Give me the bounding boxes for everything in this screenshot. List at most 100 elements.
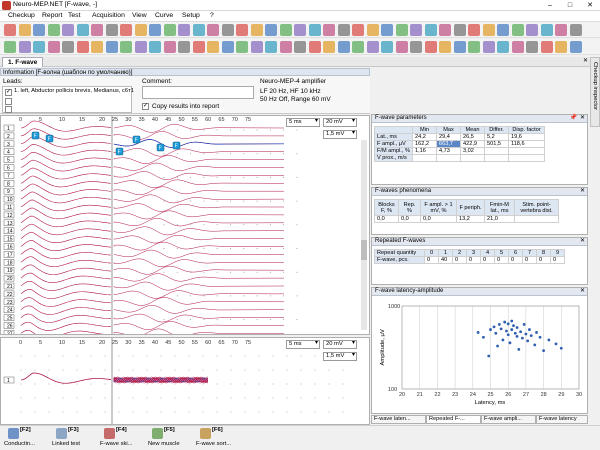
scatter-point[interactable] <box>489 328 492 331</box>
scatter-point[interactable] <box>497 323 501 326</box>
toolbar-button[interactable] <box>439 41 451 53</box>
scatter-point[interactable] <box>526 339 530 343</box>
lead-1-checkbox[interactable] <box>5 88 12 96</box>
superimposed-traces-panel[interactable]: 0 5 10 15 20 25 30 35 40 45 50 55 60 65 70 75 1 5 ms 20 … <box>0 337 370 425</box>
toolbar-button[interactable] <box>18 24 31 36</box>
toolbar-button[interactable] <box>192 41 205 53</box>
scatter-point[interactable] <box>487 354 491 358</box>
scatter-point[interactable] <box>528 328 531 331</box>
scatter-point[interactable] <box>554 342 558 346</box>
f-wave-skip-button[interactable]: [F4] F-wave ski... <box>100 427 140 450</box>
toolbar-button[interactable] <box>366 24 379 36</box>
f-wave-sort-button[interactable]: [F6] F-wave sort... <box>196 427 236 450</box>
toolbar-button[interactable] <box>76 24 89 36</box>
toolbar-button[interactable] <box>366 41 379 53</box>
toolbar-button[interactable] <box>337 41 350 53</box>
toolbar-button[interactable] <box>308 41 321 53</box>
toolbar-button[interactable] <box>323 41 335 53</box>
tab-repeated-f-waves[interactable]: Repeated F-... <box>426 415 481 424</box>
toolbar-button[interactable] <box>149 24 161 36</box>
toolbar-button[interactable] <box>265 24 277 36</box>
toolbar-button[interactable] <box>236 24 248 36</box>
toolbar-button[interactable] <box>569 24 582 36</box>
toolbar-button[interactable] <box>47 41 60 53</box>
table-row[interactable]: V prox., m/s <box>374 154 545 162</box>
toolbar-button[interactable] <box>381 41 393 53</box>
toolbar-button[interactable] <box>511 41 524 53</box>
toolbar-button[interactable] <box>555 24 567 36</box>
scatter-point[interactable] <box>476 331 480 334</box>
toolbar-button[interactable] <box>526 41 538 53</box>
table-row[interactable]: F-wave, pcs. 0 40 0 0 0 0 0 0 0 0 <box>374 256 565 264</box>
scatter-point[interactable] <box>522 323 526 326</box>
toolbar-button[interactable] <box>236 41 248 53</box>
toolbar-button[interactable] <box>279 41 292 53</box>
toolbar-button[interactable] <box>410 24 422 36</box>
checkup-inspector-tab[interactable]: Checkup inspector <box>590 57 600 127</box>
toolbar-button[interactable] <box>120 24 132 36</box>
toolbar-button[interactable] <box>424 24 437 36</box>
scatter-point[interactable] <box>513 331 517 335</box>
scatter-point[interactable] <box>499 327 503 331</box>
conduction-button[interactable]: [F2] Conductin... <box>4 427 44 450</box>
tab-f-wave-latency-2[interactable]: F-wave latency <box>536 415 588 424</box>
toolbar-button[interactable] <box>62 41 74 53</box>
pin-icon[interactable]: 📌 <box>570 115 577 122</box>
new-muscle-button[interactable]: [F5] New muscle <box>148 427 188 450</box>
copy-results-checkbox[interactable] <box>142 102 149 110</box>
scatter-point[interactable] <box>496 344 499 348</box>
menu-setup[interactable]: Setup <box>182 12 200 19</box>
toolbar-button[interactable] <box>207 24 219 36</box>
latency-amplitude-chart[interactable]: 20 21 22 23 24 25 26 27 28 29 30 1000 100 Latency, ms… <box>372 297 587 414</box>
toolbar-button[interactable] <box>424 41 437 53</box>
toolbar-button[interactable] <box>221 24 234 36</box>
toolbar-button[interactable] <box>468 24 480 36</box>
toolbar-button[interactable] <box>468 41 480 53</box>
menu-checkup[interactable]: Checkup <box>8 12 35 19</box>
toolbar-button[interactable] <box>410 41 422 53</box>
toolbar-button[interactable] <box>453 41 466 53</box>
toolbar-button[interactable] <box>352 24 364 36</box>
close-panel-icon[interactable]: ✕ <box>580 188 585 195</box>
scatter-point[interactable] <box>503 320 507 324</box>
toolbar-button[interactable] <box>221 41 234 53</box>
maximize-button[interactable]: □ <box>560 0 580 11</box>
toolbar-button[interactable] <box>250 24 263 36</box>
scatter-point[interactable] <box>542 349 545 353</box>
traces-scrollbar[interactable] <box>361 140 367 330</box>
lead-2-checkbox[interactable] <box>5 98 12 105</box>
toolbar-button[interactable] <box>337 24 350 36</box>
toolbar-button[interactable] <box>134 24 147 36</box>
toolbar-button[interactable] <box>279 24 292 36</box>
toolbar-button[interactable] <box>134 41 147 53</box>
toolbar-button[interactable] <box>250 41 263 53</box>
linked-test-button[interactable]: [F3] Linked test <box>52 427 92 450</box>
f-wave-traces-chart[interactable]: 0 5 10 15 20 25 30 35 40 45 50 55 60 65 70 751234567891… <box>1 116 369 334</box>
timebase-dropdown[interactable]: 5 ms <box>286 118 320 127</box>
toolbar-button[interactable] <box>91 24 103 36</box>
toolbar-button[interactable] <box>308 24 321 36</box>
sensitivity-dropdown-2[interactable]: 1,5 mV <box>323 130 357 139</box>
toolbar-button[interactable] <box>163 24 176 36</box>
toolbar-button[interactable] <box>323 24 335 36</box>
scatter-point[interactable] <box>512 324 515 328</box>
toolbar-button[interactable] <box>540 41 553 53</box>
table-row[interactable]: 0,0 0,0 0,0 13,2 21,0 <box>374 215 559 223</box>
toolbar-button[interactable] <box>178 41 190 53</box>
toolbar-button[interactable] <box>482 24 495 36</box>
toolbar-button[interactable] <box>540 24 553 36</box>
scatter-point[interactable] <box>505 329 508 333</box>
menu-help[interactable]: ? <box>210 12 214 19</box>
toolbar-button[interactable] <box>105 24 118 36</box>
scatter-point[interactable] <box>510 319 514 323</box>
scatter-point[interactable] <box>535 331 538 334</box>
toolbar-button[interactable] <box>497 24 509 36</box>
toolbar-button[interactable] <box>482 41 495 53</box>
menu-view[interactable]: View <box>132 12 147 19</box>
toolbar-button[interactable] <box>395 24 408 36</box>
scatter-point[interactable] <box>482 335 485 339</box>
toolbar-button[interactable] <box>4 41 16 53</box>
close-button[interactable]: ✕ <box>580 0 600 11</box>
toolbar-button[interactable] <box>497 41 509 53</box>
table-row[interactable]: F/M ampl., % 1,16 4,73 3,02 <box>374 147 545 155</box>
